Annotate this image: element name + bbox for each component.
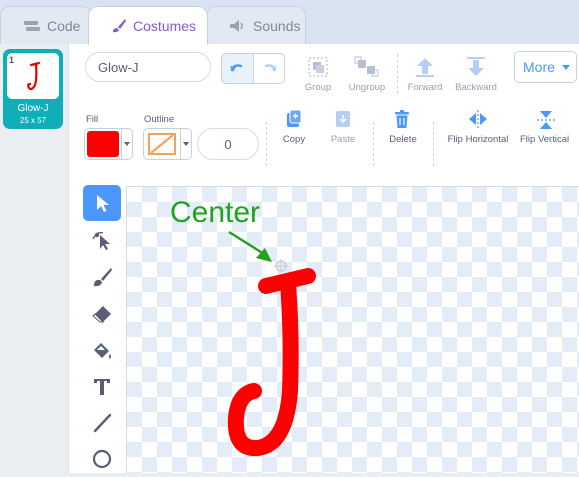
- tab-sounds[interactable]: Sounds: [206, 6, 306, 44]
- costume-item[interactable]: 1 Glow-J 25 x 57: [3, 49, 63, 129]
- group-button[interactable]: [303, 56, 333, 78]
- text-icon: [94, 379, 110, 395]
- eraser-tool[interactable]: [83, 296, 121, 332]
- tab-costumes-label: Costumes: [133, 18, 197, 34]
- outline-label: Outline: [144, 114, 175, 125]
- outline-width-input[interactable]: 0: [197, 128, 259, 160]
- delete-button[interactable]: [393, 109, 411, 129]
- backward-button[interactable]: [463, 56, 489, 78]
- costume-name-input[interactable]: Glow-J: [85, 52, 211, 82]
- circle-icon: [92, 449, 112, 469]
- more-button[interactable]: More: [514, 51, 577, 83]
- picker-divider: [121, 129, 122, 159]
- flip-horizontal-button[interactable]: [467, 109, 489, 129]
- costume-number: 1: [9, 55, 15, 65]
- flip-vertical-icon: [537, 111, 555, 129]
- no-outline-icon: [148, 133, 176, 155]
- fill-label: Fill: [86, 114, 99, 125]
- toolbar-divider: [397, 54, 398, 94]
- more-label: More: [523, 59, 555, 75]
- group-label: Group: [304, 82, 332, 93]
- toolbar-divider: [266, 122, 267, 166]
- tab-costumes[interactable]: Costumes: [88, 6, 208, 45]
- ungroup-label: Ungroup: [348, 82, 386, 93]
- backward-label: Backward: [455, 82, 497, 93]
- flip-horizontal-icon: [469, 110, 487, 128]
- center-annotation: Center: [170, 196, 261, 229]
- eraser-icon: [92, 306, 111, 323]
- chevron-down-icon: [124, 142, 130, 146]
- paste-icon: [336, 111, 350, 127]
- glyph-j: [227, 268, 316, 457]
- line-tool[interactable]: [83, 405, 121, 441]
- backward-icon: [467, 57, 485, 76]
- line-icon: [93, 413, 112, 433]
- chevron-down-icon: [183, 142, 189, 146]
- copy-icon: [287, 109, 302, 127]
- reshape-tool[interactable]: [83, 222, 121, 258]
- group-icon: [308, 57, 328, 77]
- text-tool[interactable]: [83, 369, 121, 405]
- brush-icon: [94, 268, 112, 287]
- brush-icon: [111, 18, 127, 34]
- circle-tool[interactable]: [83, 441, 121, 477]
- toolbar-divider: [373, 122, 374, 166]
- copy-label: Copy: [282, 134, 306, 145]
- outline-color-picker[interactable]: [143, 128, 192, 160]
- code-icon: [23, 19, 41, 33]
- paste-label: Paste: [330, 134, 356, 145]
- costume-thumbnail: [7, 53, 59, 99]
- forward-icon: [416, 58, 434, 77]
- trash-icon: [395, 110, 409, 128]
- center-crosshair-icon: [274, 259, 288, 273]
- undo-redo-group: [221, 53, 285, 84]
- tab-sounds-label: Sounds: [253, 17, 301, 34]
- picker-divider: [180, 129, 181, 159]
- flip-vertical-button[interactable]: [536, 109, 556, 131]
- flip-vertical-label: Flip Vertical: [520, 134, 570, 145]
- toolbar-divider: [433, 122, 434, 166]
- ungroup-button[interactable]: [352, 56, 382, 78]
- fill-tool[interactable]: [83, 333, 121, 369]
- copy-button[interactable]: [285, 109, 303, 129]
- delete-label: Delete: [389, 134, 417, 145]
- ungroup-icon: [354, 56, 379, 77]
- chevron-down-icon: [562, 65, 570, 70]
- paste-button[interactable]: [334, 109, 352, 129]
- reshape-icon: [92, 231, 110, 250]
- costume-name: Glow-J: [17, 103, 49, 114]
- speaker-icon: [229, 19, 247, 33]
- forward-button[interactable]: [412, 56, 438, 78]
- annotation-arrow: [228, 230, 272, 262]
- brush-tool[interactable]: [83, 259, 121, 295]
- fill-swatch: [87, 131, 119, 157]
- costume-size: 25 x 57: [19, 116, 47, 125]
- tab-code-label: Code: [47, 17, 81, 34]
- tab-code[interactable]: Code: [0, 6, 92, 44]
- flip-horizontal-label: Flip Horizontal: [447, 134, 509, 145]
- fill-icon: [94, 343, 111, 359]
- forward-label: Forward: [407, 82, 443, 93]
- select-icon: [97, 195, 109, 212]
- select-tool[interactable]: [83, 185, 121, 221]
- fill-color-picker[interactable]: [84, 128, 133, 160]
